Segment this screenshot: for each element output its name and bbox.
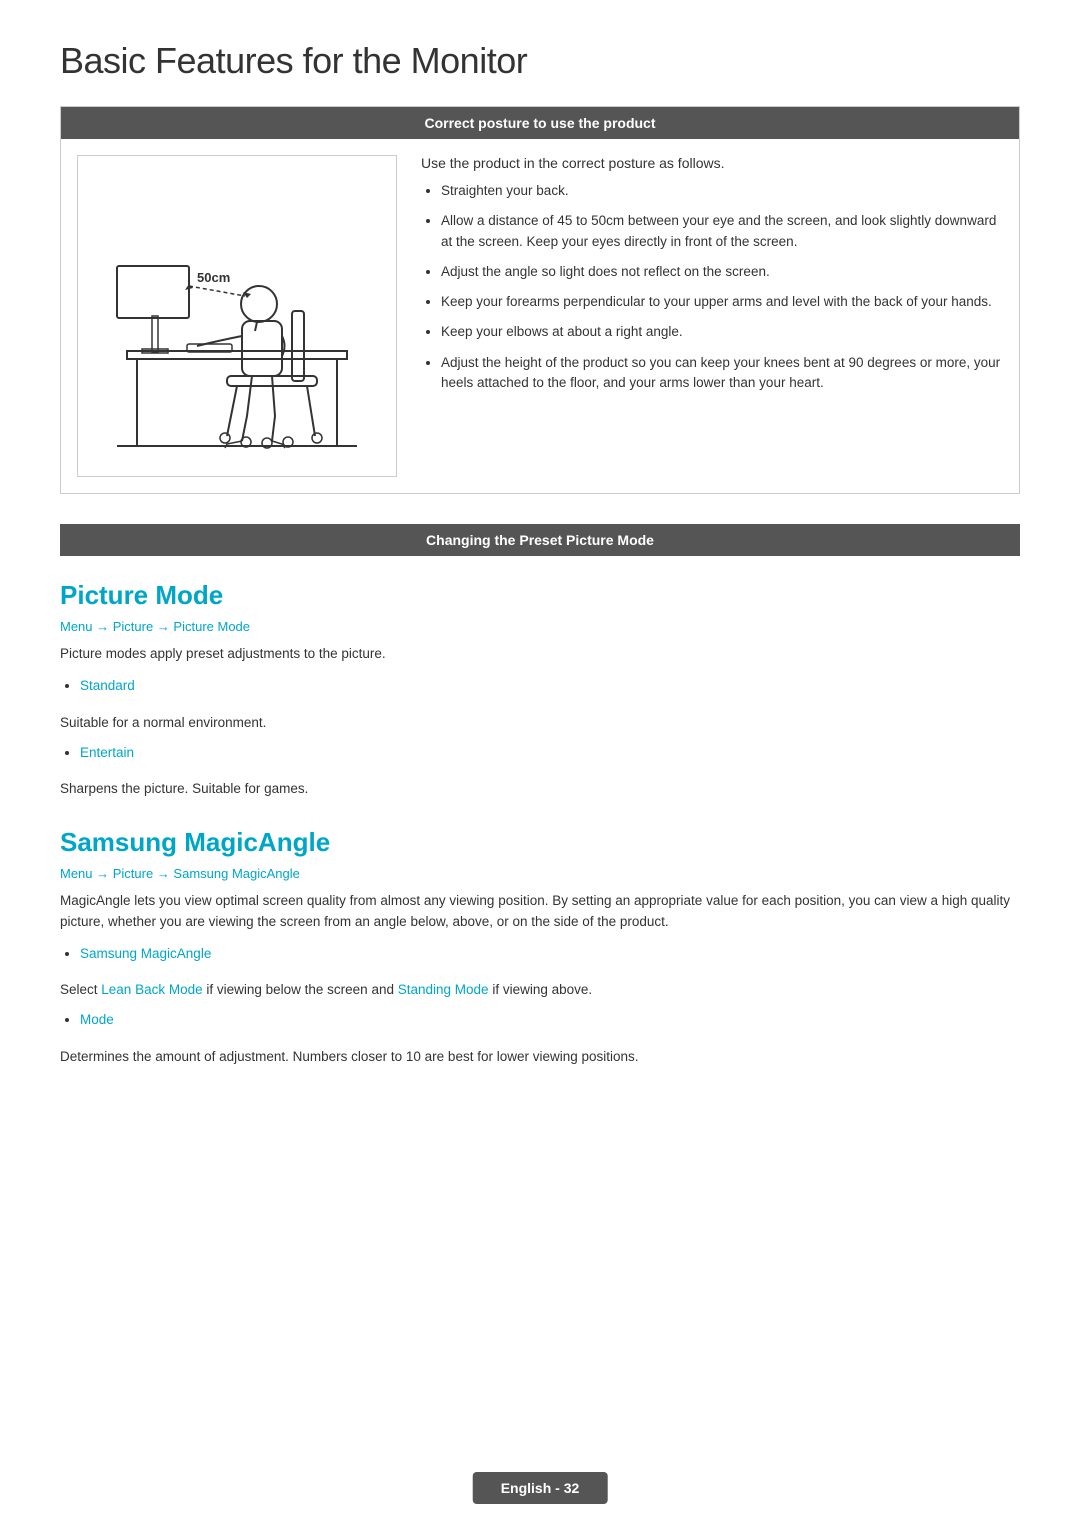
posture-bullet-6: Adjust the height of the product so you … <box>441 353 1003 394</box>
standing-mode-link[interactable]: Standing Mode <box>398 982 489 997</box>
picture-mode-desc: Picture modes apply preset adjustments t… <box>60 644 1020 664</box>
magicangle-desc-mid: if viewing below the screen and <box>203 982 398 997</box>
picture-mode-standard-desc: Suitable for a normal environment. <box>60 713 1020 733</box>
samsung-magicangle-title: Samsung MagicAngle <box>60 827 1020 858</box>
magicangle-item1-label: Samsung MagicAngle <box>80 946 211 961</box>
picture-mode-items: Standard <box>60 676 1020 696</box>
magicangle-item-mode: Mode <box>80 1010 1020 1030</box>
magicangle-items-2: Mode <box>60 1010 1020 1030</box>
picture-mode-item-standard: Standard <box>80 676 1020 696</box>
magicangle-desc-after: if viewing above. <box>489 982 593 997</box>
page-footer: English - 32 <box>473 1472 608 1504</box>
magicangle-mode-desc: Determines the amount of adjustment. Num… <box>60 1047 1020 1067</box>
picture-mode-entertain-label: Entertain <box>80 745 134 760</box>
lean-back-mode-link[interactable]: Lean Back Mode <box>101 982 202 997</box>
samsung-magicangle-section: Samsung MagicAngle Menu → Picture → Sams… <box>60 827 1020 1067</box>
changing-preset-header: Changing the Preset Picture Mode <box>60 524 1020 556</box>
picture-mode-items-2: Entertain <box>60 743 1020 763</box>
picture-mode-section: Picture Mode Menu → Picture → Picture Mo… <box>60 580 1020 799</box>
magicangle-item1-desc: Select Lean Back Mode if viewing below t… <box>60 980 1020 1000</box>
posture-image: 50cm <box>77 155 397 477</box>
picture-mode-item-entertain: Entertain <box>80 743 1020 763</box>
page-title: Basic Features for the Monitor <box>60 40 1020 82</box>
posture-bullet-1: Straighten your back. <box>441 181 1003 201</box>
magicangle-mode-label: Mode <box>80 1012 114 1027</box>
magicangle-item-1: Samsung MagicAngle <box>80 944 1020 964</box>
posture-bullets: Straighten your back. Allow a distance o… <box>421 181 1003 393</box>
posture-text-content: Use the product in the correct posture a… <box>421 155 1003 477</box>
correct-posture-header: Correct posture to use the product <box>61 107 1019 139</box>
magicangle-desc-before: Select <box>60 982 101 997</box>
picture-mode-title: Picture Mode <box>60 580 1020 611</box>
posture-bullet-4: Keep your forearms perpendicular to your… <box>441 292 1003 312</box>
picture-mode-standard-label: Standard <box>80 678 135 693</box>
magicangle-items: Samsung MagicAngle <box>60 944 1020 964</box>
posture-bullet-2: Allow a distance of 45 to 50cm between y… <box>441 211 1003 252</box>
posture-intro: Use the product in the correct posture a… <box>421 155 1003 171</box>
posture-illustration: 50cm <box>97 166 377 466</box>
samsung-magicangle-breadcrumb: Menu → Picture → Samsung MagicAngle <box>60 866 1020 881</box>
picture-mode-entertain-desc: Sharpens the picture. Suitable for games… <box>60 779 1020 799</box>
samsung-magicangle-desc: MagicAngle lets you view optimal screen … <box>60 891 1020 932</box>
correct-posture-section: Correct posture to use the product <box>60 106 1020 494</box>
picture-mode-breadcrumb: Menu → Picture → Picture Mode <box>60 619 1020 634</box>
posture-bullet-3: Adjust the angle so light does not refle… <box>441 262 1003 282</box>
posture-bullet-5: Keep your elbows at about a right angle. <box>441 322 1003 342</box>
svg-text:50cm: 50cm <box>197 270 230 285</box>
